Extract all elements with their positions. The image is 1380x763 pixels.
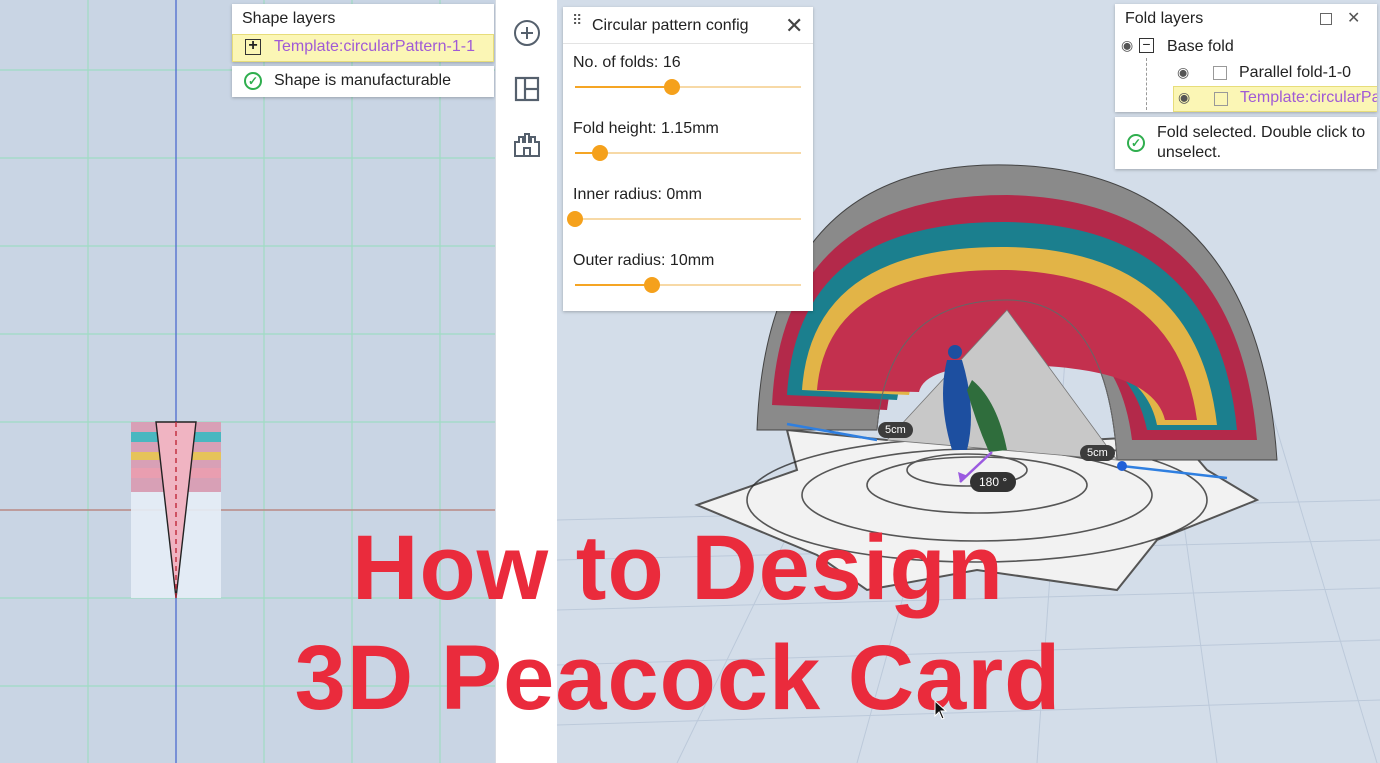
expand-plus-icon[interactable]: +	[245, 38, 261, 55]
plus-circle-icon	[514, 20, 540, 46]
shape-layers-panel: Shape layers + Template:circularPattern-…	[232, 4, 494, 62]
panel-divider	[563, 43, 813, 44]
close-panel-icon[interactable]: ✕	[1347, 8, 1360, 28]
dimension-label-right: 5cm	[1080, 445, 1115, 461]
fold-height-slider-row: Fold height: 1.15mm	[573, 120, 803, 161]
eye-icon[interactable]: ◉	[1177, 64, 1189, 81]
fold-selected-text: Fold selected. Double click to unselect.	[1157, 124, 1366, 161]
close-icon[interactable]: ✕	[785, 13, 803, 39]
circular-pattern-config-panel: ⠿ Circular pattern config ✕ No. of folds…	[563, 7, 813, 311]
fold-height-slider[interactable]	[575, 145, 801, 161]
manufacturable-text: Shape is manufacturable	[274, 72, 451, 89]
shape-layers-title: Shape layers	[242, 10, 336, 27]
layout-grid-icon	[514, 76, 540, 102]
inner-radius-slider-row: Inner radius: 0mm	[567, 186, 803, 227]
layout-button[interactable]	[511, 73, 543, 105]
dimension-label-left: 5cm	[878, 422, 913, 438]
outer-radius-slider[interactable]	[575, 277, 801, 293]
fold-height-label: Fold height: 1.15mm	[573, 120, 719, 137]
check-circle-icon: ✓	[244, 72, 262, 90]
folds-slider[interactable]	[575, 79, 801, 95]
drag-handle-icon[interactable]: ⠿	[572, 13, 584, 32]
fold-tree-child-label: Parallel fold-1-0	[1239, 64, 1352, 81]
fold-layers-panel: Fold layers ✕ ◉ − Base fold ◉ Parallel f…	[1115, 4, 1377, 112]
eye-icon[interactable]: ◉	[1178, 89, 1190, 106]
add-circle-button[interactable]	[511, 17, 543, 49]
fold-tree-root-label: Base fold	[1167, 38, 1234, 55]
fold-tree-child[interactable]: ◉ Parallel fold-1-0	[1173, 62, 1377, 86]
outer-radius-slider-row: Outer radius: 10mm	[573, 252, 803, 293]
inner-radius-slider-thumb[interactable]	[567, 211, 583, 227]
folds-slider-row: No. of folds: 16	[573, 54, 803, 95]
tree-connector	[1146, 58, 1148, 110]
folds-slider-thumb[interactable]	[664, 79, 681, 95]
inner-radius-label: Inner radius: 0mm	[573, 186, 702, 203]
folds-slider-fill	[575, 86, 673, 88]
fold-tree-child-selected[interactable]: ◉ Template:circularPa	[1173, 86, 1377, 112]
castle-tool-button[interactable]	[511, 128, 543, 160]
mouse-cursor-icon	[934, 700, 948, 720]
fold-selected-status: ✓ Fold selected. Double click to unselec…	[1115, 117, 1377, 169]
fold-node-icon	[1213, 66, 1227, 80]
title-line-2: 3D Peacock Card	[294, 627, 1062, 729]
check-circle-icon: ✓	[1127, 134, 1145, 152]
outer-radius-label: Outer radius: 10mm	[573, 252, 715, 269]
eye-icon[interactable]: ◉	[1121, 37, 1133, 54]
fold-layers-title: Fold layers	[1125, 10, 1204, 27]
folds-label: No. of folds: 16	[573, 54, 681, 71]
fold-tree-child-label: Template:circularPa	[1240, 89, 1377, 106]
manufacturable-status: ✓ Shape is manufacturable	[232, 66, 494, 97]
fold-tree-root[interactable]: ◉ − Base fold	[1121, 37, 1371, 59]
shape-layer-item[interactable]: + Template:circularPattern-1-1	[232, 34, 494, 62]
outer-radius-slider-fill	[575, 284, 652, 286]
title-line-1: How to Design	[352, 517, 1004, 619]
peacock-fan	[756, 164, 1278, 461]
maximize-icon[interactable]	[1320, 13, 1332, 25]
fold-node-icon	[1214, 92, 1228, 106]
fold-height-slider-thumb[interactable]	[591, 145, 608, 161]
outer-radius-slider-thumb[interactable]	[643, 277, 660, 293]
inner-radius-slider[interactable]	[567, 211, 801, 227]
castle-icon	[514, 133, 540, 157]
panel-title: Circular pattern config	[592, 17, 749, 34]
collapse-minus-icon[interactable]: −	[1139, 37, 1154, 53]
shape-layer-item-label: Template:circularPattern-1-1	[274, 38, 475, 55]
rotation-angle-label[interactable]: 180 °	[970, 472, 1017, 492]
